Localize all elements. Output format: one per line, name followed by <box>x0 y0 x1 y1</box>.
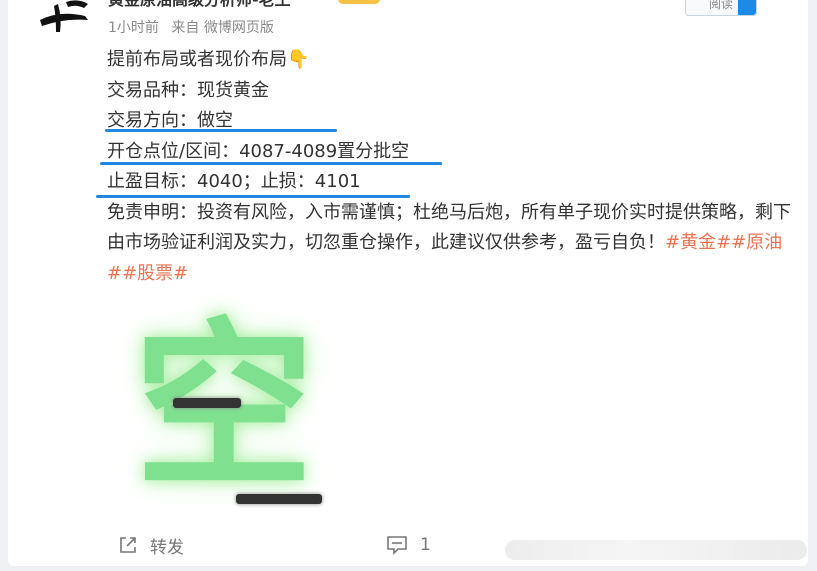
image-watermark-bottom <box>236 494 322 504</box>
post-source: 来自 微博网页版 <box>171 20 274 36</box>
author-avatar[interactable] <box>30 0 98 42</box>
underline-entry <box>100 162 442 165</box>
hashtag-stocks[interactable]: #股票# <box>122 263 188 284</box>
image-glow-character: 空 <box>133 303 314 512</box>
follow-button-edge <box>738 0 756 15</box>
repost-icon <box>120 537 136 553</box>
post-line-instrument: 交易品种：现货黄金 <box>107 79 269 101</box>
comment-button[interactable]: 1 <box>386 528 431 562</box>
post-line-disclaimer: 免责申明：投资有风险，入市需谨慎；杜绝马后炮，所有单子现价实时提供策略，剩下由市… <box>107 198 797 290</box>
post-time[interactable]: 1小时前 <box>108 20 159 36</box>
like-area-blur[interactable] <box>505 540 807 560</box>
post-image[interactable]: 空 <box>111 298 331 518</box>
vip-badge-icon <box>338 0 380 4</box>
image-watermark-top <box>173 398 241 408</box>
calligraphy-logo-icon <box>40 0 88 32</box>
post-meta: 1小时前 来自 微博网页版 <box>108 17 282 37</box>
author-name[interactable]: 黄金原油高级分析师-老王 <box>108 0 291 10</box>
repost-label: 转发 <box>150 537 184 558</box>
repost-button[interactable]: 转发 <box>118 528 184 562</box>
underline-targets <box>96 195 410 198</box>
page-edge <box>808 0 817 571</box>
underline-direction <box>105 129 337 132</box>
comment-icon <box>387 536 407 555</box>
post-line-intro: 提前布局或者现价布局👇 <box>107 49 310 70</box>
follow-button-label: 阅读 <box>708 0 733 11</box>
weibo-post-card: 黄金原油高级分析师-老王 阅读 1小时前 来自 微博网页版 提前布局或者现价布局… <box>8 0 808 566</box>
comment-count: 1 <box>420 535 431 555</box>
follow-button[interactable]: 阅读 <box>685 0 757 16</box>
targets-highlight: 止盈目标：4040；止损：4101 <box>107 171 361 192</box>
post-text: 提前布局或者现价布局👇 交易品种：现货黄金 交易方向：做空 开仓点位/区间：40… <box>107 45 797 289</box>
hashtag-gold[interactable]: #黄金# <box>665 232 731 253</box>
post-line-targets: 止盈目标：4040；止损：4101 <box>107 167 797 198</box>
